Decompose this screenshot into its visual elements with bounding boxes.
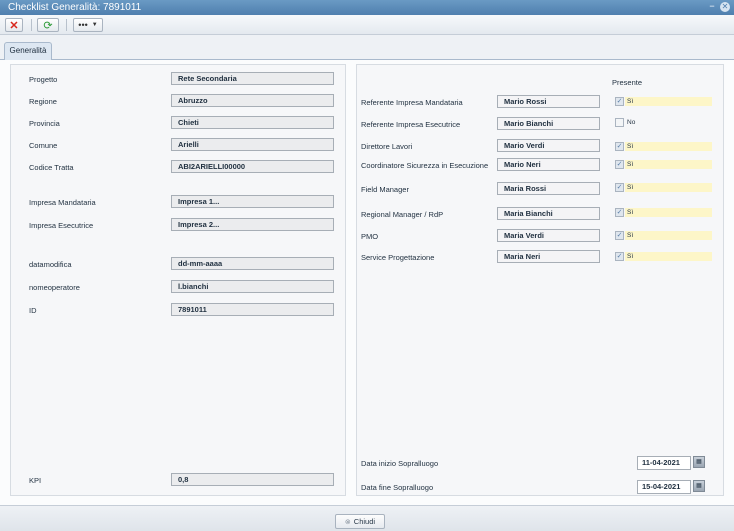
row-label: Field Manager: [361, 185, 409, 194]
codice-tratta-field[interactable]: ABI2ARIELLI00000: [171, 160, 334, 173]
check-label: Sì: [625, 183, 712, 192]
pmo-field[interactable]: Maria Verdi: [497, 229, 600, 242]
minimize-icon[interactable]: −: [707, 2, 717, 12]
row-label: Direttore Lavori: [361, 142, 413, 151]
calendar-icon[interactable]: ▦: [693, 480, 705, 492]
presente-checkbox[interactable]: ✓: [615, 97, 624, 106]
field-label: Impresa Esecutrice: [29, 221, 94, 230]
service-progettazione-field[interactable]: Maria Neri: [497, 250, 600, 263]
field-label: Regione: [29, 97, 57, 106]
toolbar-separator: [66, 19, 67, 31]
field-label: KPI: [29, 476, 42, 485]
field-label: nomeoperatore: [29, 283, 80, 292]
more-icon: •••: [78, 20, 88, 30]
presente-checkbox[interactable]: ✓: [615, 142, 624, 151]
check-label: Sì: [625, 208, 712, 217]
left-panel: Progetto Rete Secondaria Regione Abruzzo…: [10, 64, 346, 496]
window-titlebar: Checklist Generalità: 7891011 − ✕: [0, 0, 734, 15]
check-label: Sì: [625, 160, 712, 169]
chiudi-button[interactable]: ⊗ Chiudi: [335, 514, 385, 529]
tab-generalita[interactable]: Generalità: [4, 42, 52, 60]
field-label: ID: [29, 306, 37, 315]
close-icon: ✕: [9, 19, 19, 32]
regional-manager-field[interactable]: Maria Bianchi: [497, 207, 600, 220]
row-label: PMO: [361, 232, 379, 241]
field-manager-field[interactable]: Maria Rossi: [497, 182, 600, 195]
field-label: Codice Tratta: [29, 163, 74, 172]
date-label: Data inizio Sopralluogo: [361, 459, 439, 468]
check-label: No: [627, 119, 636, 126]
field-label: Impresa Mandataria: [29, 198, 96, 207]
right-panel: Presente Referente Impresa Mandataria Ma…: [356, 64, 724, 496]
date-label: Data fine Sopralluogo: [361, 483, 434, 492]
footer-bar: ⊗ Chiudi: [0, 505, 734, 531]
tab-bar: Generalità: [0, 36, 734, 60]
close-button[interactable]: ✕: [5, 18, 23, 32]
calendar-icon[interactable]: ▦: [693, 456, 705, 468]
window-title: Checklist Generalità: 7891011: [8, 2, 142, 13]
chevron-down-icon: ▼: [91, 22, 98, 28]
impresa-mandataria-field[interactable]: Impresa 1...: [171, 195, 334, 208]
check-label: Sì: [625, 142, 712, 151]
toolbar: ✕ ⟳ ••• ▼: [0, 15, 734, 35]
impresa-esecutrice-field[interactable]: Impresa 2...: [171, 218, 334, 231]
regione-field[interactable]: Abruzzo: [171, 94, 334, 107]
provincia-field[interactable]: Chieti: [171, 116, 334, 129]
form-content: Progetto Rete Secondaria Regione Abruzzo…: [0, 60, 734, 505]
presente-checkbox[interactable]: ✓: [615, 252, 624, 261]
row-label: Referente Impresa Mandataria: [361, 98, 463, 107]
coordinatore-sicurezza-field[interactable]: Mario Neri: [497, 158, 600, 171]
field-label: datamodifica: [29, 260, 72, 269]
window-close-icon[interactable]: ✕: [720, 2, 730, 12]
direttore-lavori-field[interactable]: Mario Verdi: [497, 139, 600, 152]
refresh-icon: ⟳: [43, 19, 53, 32]
data-fine-field[interactable]: 15-04-2021: [637, 480, 691, 494]
toolbar-separator: [31, 19, 32, 31]
field-label: Progetto: [29, 75, 58, 84]
referente-mandataria-field[interactable]: Mario Rossi: [497, 95, 600, 108]
presente-checkbox[interactable]: ✓: [615, 118, 624, 127]
row-label: Referente Impresa Esecutrice: [361, 120, 461, 129]
chiudi-label: Chiudi: [353, 517, 376, 526]
presente-checkbox[interactable]: ✓: [615, 160, 624, 169]
presente-header: Presente: [612, 78, 643, 87]
nomeoperatore-field[interactable]: l.bianchi: [171, 280, 334, 293]
row-label: Service Progettazione: [361, 253, 435, 262]
row-label: Regional Manager / RdP: [361, 210, 444, 219]
field-label: Provincia: [29, 119, 60, 128]
field-label: Comune: [29, 141, 58, 150]
kpi-field[interactable]: 0,8: [171, 473, 334, 486]
more-menu-button[interactable]: ••• ▼: [73, 18, 103, 32]
check-label: Sì: [625, 97, 712, 106]
check-label: Sì: [625, 231, 712, 240]
comune-field[interactable]: Arielli: [171, 138, 334, 151]
row-label: Coordinatore Sicurezza in Esecuzione: [361, 161, 489, 170]
refresh-button[interactable]: ⟳: [37, 18, 59, 32]
id-field[interactable]: 7891011: [171, 303, 334, 316]
referente-esecutrice-field[interactable]: Mario Bianchi: [497, 117, 600, 130]
check-label: Sì: [625, 252, 712, 261]
progetto-field[interactable]: Rete Secondaria: [171, 72, 334, 85]
data-inizio-field[interactable]: 11-04-2021: [637, 456, 691, 470]
presente-checkbox[interactable]: ✓: [615, 231, 624, 240]
presente-checkbox[interactable]: ✓: [615, 208, 624, 217]
presente-checkbox[interactable]: ✓: [615, 183, 624, 192]
close-circle-icon: ⊗: [344, 519, 351, 526]
datamodifica-field[interactable]: dd-mm-aaaa: [171, 257, 334, 270]
